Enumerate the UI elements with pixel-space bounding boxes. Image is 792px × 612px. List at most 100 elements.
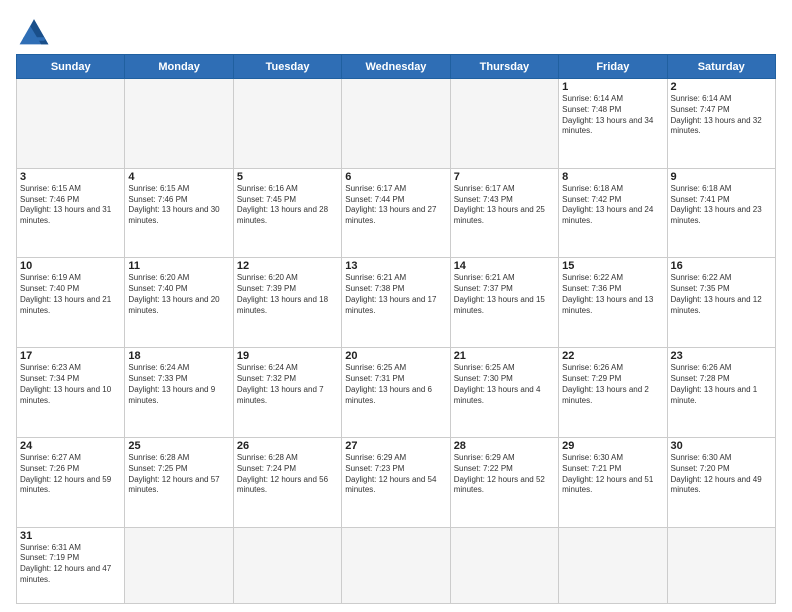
day-number: 22 <box>562 350 663 362</box>
day-number: 11 <box>128 260 229 272</box>
calendar-cell: 7Sunrise: 6:17 AMSunset: 7:43 PMDaylight… <box>450 168 558 258</box>
day-number: 23 <box>671 350 772 362</box>
day-info: Sunrise: 6:16 AMSunset: 7:45 PMDaylight:… <box>237 184 338 227</box>
day-info: Sunrise: 6:24 AMSunset: 7:32 PMDaylight:… <box>237 363 338 406</box>
day-info: Sunrise: 6:17 AMSunset: 7:44 PMDaylight:… <box>345 184 446 227</box>
calendar-cell: 26Sunrise: 6:28 AMSunset: 7:24 PMDayligh… <box>233 437 341 527</box>
day-number: 26 <box>237 440 338 452</box>
logo <box>16 12 56 48</box>
day-info: Sunrise: 6:22 AMSunset: 7:35 PMDaylight:… <box>671 273 772 316</box>
day-info: Sunrise: 6:26 AMSunset: 7:28 PMDaylight:… <box>671 363 772 406</box>
day-number: 15 <box>562 260 663 272</box>
day-info: Sunrise: 6:30 AMSunset: 7:21 PMDaylight:… <box>562 453 663 496</box>
day-number: 4 <box>128 171 229 183</box>
day-info: Sunrise: 6:25 AMSunset: 7:31 PMDaylight:… <box>345 363 446 406</box>
day-info: Sunrise: 6:21 AMSunset: 7:38 PMDaylight:… <box>345 273 446 316</box>
day-number: 30 <box>671 440 772 452</box>
calendar-cell <box>667 527 775 603</box>
day-number: 13 <box>345 260 446 272</box>
day-info: Sunrise: 6:29 AMSunset: 7:22 PMDaylight:… <box>454 453 555 496</box>
calendar-cell <box>342 527 450 603</box>
calendar-cell <box>450 79 558 169</box>
weekday-header-tuesday: Tuesday <box>233 55 341 79</box>
calendar-cell: 29Sunrise: 6:30 AMSunset: 7:21 PMDayligh… <box>559 437 667 527</box>
calendar-cell: 11Sunrise: 6:20 AMSunset: 7:40 PMDayligh… <box>125 258 233 348</box>
calendar-cell: 31Sunrise: 6:31 AMSunset: 7:19 PMDayligh… <box>17 527 125 603</box>
calendar-cell <box>125 79 233 169</box>
calendar-cell: 13Sunrise: 6:21 AMSunset: 7:38 PMDayligh… <box>342 258 450 348</box>
calendar-cell: 30Sunrise: 6:30 AMSunset: 7:20 PMDayligh… <box>667 437 775 527</box>
day-number: 21 <box>454 350 555 362</box>
day-number: 20 <box>345 350 446 362</box>
calendar-cell: 9Sunrise: 6:18 AMSunset: 7:41 PMDaylight… <box>667 168 775 258</box>
day-info: Sunrise: 6:17 AMSunset: 7:43 PMDaylight:… <box>454 184 555 227</box>
day-number: 14 <box>454 260 555 272</box>
calendar-cell: 2Sunrise: 6:14 AMSunset: 7:47 PMDaylight… <box>667 79 775 169</box>
week-row-5: 31Sunrise: 6:31 AMSunset: 7:19 PMDayligh… <box>17 527 776 603</box>
day-number: 24 <box>20 440 121 452</box>
week-row-1: 3 Sunrise: 6:15 AMSunset: 7:46 PMDaylight… <box>17 168 776 258</box>
day-info: Sunrise: 6:26 AMSunset: 7:29 PMDaylight:… <box>562 363 663 406</box>
week-row-2: 10Sunrise: 6:19 AMSunset: 7:40 PMDayligh… <box>17 258 776 348</box>
day-info: Sunrise: 6:18 AMSunset: 7:42 PMDaylight:… <box>562 184 663 227</box>
day-number: 5 <box>237 171 338 183</box>
day-info: Sunrise: 6:30 AMSunset: 7:20 PMDaylight:… <box>671 453 772 496</box>
weekday-header-monday: Monday <box>125 55 233 79</box>
day-number: 9 <box>671 171 772 183</box>
day-number: 3 <box>20 171 121 183</box>
calendar-cell: 24Sunrise: 6:27 AMSunset: 7:26 PMDayligh… <box>17 437 125 527</box>
weekday-header-row: SundayMondayTuesdayWednesdayThursdayFrid… <box>17 55 776 79</box>
day-info: Sunrise: 6:15 AMSunset: 7:46 PMDaylight:… <box>128 184 229 227</box>
day-number: 8 <box>562 171 663 183</box>
calendar-cell: 18Sunrise: 6:24 AMSunset: 7:33 PMDayligh… <box>125 348 233 438</box>
calendar-cell <box>233 527 341 603</box>
weekday-header-saturday: Saturday <box>667 55 775 79</box>
day-number: 29 <box>562 440 663 452</box>
calendar-cell: 19Sunrise: 6:24 AMSunset: 7:32 PMDayligh… <box>233 348 341 438</box>
week-row-4: 24Sunrise: 6:27 AMSunset: 7:26 PMDayligh… <box>17 437 776 527</box>
calendar-cell: 4Sunrise: 6:15 AMSunset: 7:46 PMDaylight… <box>125 168 233 258</box>
calendar-cell: 5Sunrise: 6:16 AMSunset: 7:45 PMDaylight… <box>233 168 341 258</box>
day-number: 27 <box>345 440 446 452</box>
calendar-cell: 28Sunrise: 6:29 AMSunset: 7:22 PMDayligh… <box>450 437 558 527</box>
day-number: 1 <box>562 81 663 93</box>
header <box>16 12 776 48</box>
generalblue-logo-icon <box>16 12 52 48</box>
weekday-header-sunday: Sunday <box>17 55 125 79</box>
calendar-cell: 22Sunrise: 6:26 AMSunset: 7:29 PMDayligh… <box>559 348 667 438</box>
day-number: 12 <box>237 260 338 272</box>
day-info: Sunrise: 6:23 AMSunset: 7:34 PMDaylight:… <box>20 363 121 406</box>
day-number: 28 <box>454 440 555 452</box>
calendar-cell <box>125 527 233 603</box>
calendar-cell: 20Sunrise: 6:25 AMSunset: 7:31 PMDayligh… <box>342 348 450 438</box>
week-row-3: 17Sunrise: 6:23 AMSunset: 7:34 PMDayligh… <box>17 348 776 438</box>
calendar-cell: 15Sunrise: 6:22 AMSunset: 7:36 PMDayligh… <box>559 258 667 348</box>
calendar-cell: 21Sunrise: 6:25 AMSunset: 7:30 PMDayligh… <box>450 348 558 438</box>
day-info: Sunrise: 6:18 AMSunset: 7:41 PMDaylight:… <box>671 184 772 227</box>
calendar-cell: 25Sunrise: 6:28 AMSunset: 7:25 PMDayligh… <box>125 437 233 527</box>
day-number: 17 <box>20 350 121 362</box>
day-number: 16 <box>671 260 772 272</box>
day-number: 10 <box>20 260 121 272</box>
calendar-cell: 6Sunrise: 6:17 AMSunset: 7:44 PMDaylight… <box>342 168 450 258</box>
calendar-cell: 17Sunrise: 6:23 AMSunset: 7:34 PMDayligh… <box>17 348 125 438</box>
day-info: Sunrise: 6:14 AMSunset: 7:48 PMDaylight:… <box>562 94 663 137</box>
day-number: 6 <box>345 171 446 183</box>
day-info: Sunrise: 6:19 AMSunset: 7:40 PMDaylight:… <box>20 273 121 316</box>
day-number: 19 <box>237 350 338 362</box>
weekday-header-wednesday: Wednesday <box>342 55 450 79</box>
calendar-cell <box>233 79 341 169</box>
calendar-cell <box>559 527 667 603</box>
day-info: Sunrise: 6:25 AMSunset: 7:30 PMDaylight:… <box>454 363 555 406</box>
calendar-cell: 23Sunrise: 6:26 AMSunset: 7:28 PMDayligh… <box>667 348 775 438</box>
day-number: 18 <box>128 350 229 362</box>
calendar-cell: 27Sunrise: 6:29 AMSunset: 7:23 PMDayligh… <box>342 437 450 527</box>
calendar-cell <box>17 79 125 169</box>
day-info: Sunrise: 6:14 AMSunset: 7:47 PMDaylight:… <box>671 94 772 137</box>
day-info: Sunrise: 6:28 AMSunset: 7:25 PMDaylight:… <box>128 453 229 496</box>
day-info: Sunrise: 6:20 AMSunset: 7:40 PMDaylight:… <box>128 273 229 316</box>
calendar-cell <box>342 79 450 169</box>
day-info: Sunrise: 6:27 AMSunset: 7:26 PMDaylight:… <box>20 453 121 496</box>
day-number: 25 <box>128 440 229 452</box>
day-info: Sunrise: 6:21 AMSunset: 7:37 PMDaylight:… <box>454 273 555 316</box>
